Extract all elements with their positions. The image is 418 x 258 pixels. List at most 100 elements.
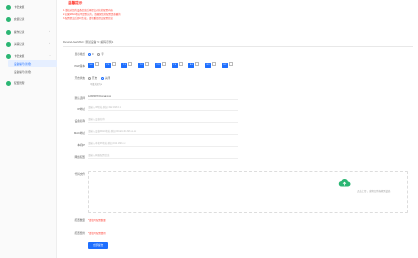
sidebar-item-1[interactable]: 卡密充值	[0, 3, 57, 11]
text-input[interactable]: 请输入设备MAC地址,例如:00-E0-4C-68-xx-xx	[88, 129, 238, 135]
tag-item[interactable]: 7.2	[138, 62, 150, 68]
sidebar-item-4[interactable]: 关联记录 ›	[0, 40, 57, 48]
tag-chip: 8.1	[205, 62, 212, 68]
status-radios: 开启 关闭	[88, 76, 110, 80]
form-row-field: 默认选择 12345678 Domainxxx	[57, 94, 418, 100]
tag-chip: 7.1	[121, 62, 128, 68]
checkbox[interactable]	[212, 62, 217, 66]
field-hint: 不填关闭为0	[90, 84, 103, 86]
field-label: 默认选择	[74, 96, 85, 100]
sidebar-item-label: 充值记录	[14, 18, 25, 22]
tag-chip: 7.2	[138, 62, 145, 68]
text-input[interactable]: 12345678 Domainxxx	[88, 94, 238, 100]
checkbox[interactable]	[111, 62, 116, 66]
radio-status-on[interactable]	[88, 76, 91, 80]
circle-icon	[6, 29, 11, 35]
tag-item[interactable]: 7.0	[104, 62, 116, 68]
sidebar-item-label: 关联记录	[14, 43, 25, 47]
radio-status-off[interactable]	[100, 76, 104, 80]
field-label: IP地址	[77, 107, 85, 111]
tag-item[interactable]: 8.1	[205, 62, 217, 68]
radio-format-0[interactable]	[88, 52, 91, 56]
form-row-status: 开启状态 开启 关闭 不填关闭为0	[57, 76, 418, 88]
sidebar-item-label: 配置管理	[14, 82, 25, 86]
form-row-tags: PHP版本 5.6 7.0 7.1 7.2 7.3 7.4 8.0 8.1 8.…	[57, 62, 418, 70]
submit-button[interactable]: 立即提交	[88, 242, 108, 249]
notice-title: 温馨提示	[68, 1, 83, 5]
circle-icon	[6, 41, 11, 47]
radio-label: 开启	[92, 77, 98, 80]
checkbox[interactable]	[228, 62, 233, 66]
sidebar-item-label: 操作记录	[14, 31, 25, 35]
circle-icon	[6, 80, 11, 86]
radio-label: 关闭	[104, 77, 111, 80]
notice-line: 3.配置提交后即可生效，请勿重复提交配置信息	[63, 17, 113, 20]
form-row-field: IP地址 请输入IP地址,例如:192.168.0.1	[57, 105, 418, 111]
tag-chip: 5.6	[88, 62, 94, 68]
sidebar-subitem-label: 设备编号(新增)	[14, 71, 32, 74]
field-label: 设备名称	[74, 119, 85, 123]
field-label: 显示格式	[74, 53, 85, 56]
text-input[interactable]: 请输入本机IP地址,例如:192.168.x.x	[88, 141, 238, 147]
field-label: 代码文件	[74, 173, 85, 176]
tag-chip: 8.0	[188, 62, 195, 68]
sidebar-subitem[interactable]: 设备编号(新增)	[8, 68, 57, 75]
field-label: 网络配置	[74, 155, 85, 159]
checkbox[interactable]	[95, 62, 99, 66]
sidebar-item-3[interactable]: 操作记录 ›	[0, 28, 57, 36]
cloud-upload-icon	[338, 179, 351, 187]
checkbox[interactable]	[128, 62, 133, 66]
tag-item[interactable]: 8.0	[188, 62, 200, 68]
chevron-right-icon: ›	[49, 42, 50, 45]
checkbox[interactable]	[178, 62, 183, 66]
tag-item[interactable]: 7.3	[154, 62, 166, 68]
field-label: MAC地址	[74, 131, 85, 135]
circle-icon	[6, 4, 11, 10]
tag-item[interactable]: 5.6	[88, 62, 99, 68]
tag-chip: 7.0	[104, 62, 111, 68]
radio-format-1[interactable]	[97, 52, 101, 56]
text-input[interactable]: 请输入网络配置信息	[88, 153, 238, 159]
tag-item[interactable]: 8.2	[221, 62, 233, 68]
radio-label: 字	[101, 53, 104, 56]
form-row-field: MAC地址 请输入设备MAC地址,例如:00-E0-4C-68-xx-xx	[57, 129, 418, 135]
divider	[63, 46, 413, 47]
breadcrumb: DeviceUserMAC: 测试设备 V: 编码示例1	[63, 40, 114, 44]
radio-label: 0	[92, 53, 94, 56]
upload-hint: 点击上传，或将文件拖拽到此处	[357, 190, 391, 193]
sidebar-item-label: 卡密充值	[14, 6, 25, 10]
form-row-field: 网络配置 请输入网络配置信息	[57, 153, 418, 159]
checkbox[interactable]	[161, 62, 166, 66]
tag-group: 5.6 7.0 7.1 7.2 7.3 7.4 8.0 8.1 8.2	[88, 62, 238, 68]
checkbox[interactable]	[145, 62, 150, 66]
form-row-format: 显示格式 0 字	[57, 52, 418, 58]
field-label: 配置费用	[74, 232, 85, 235]
sidebar-item-2[interactable]: 充值记录	[0, 15, 57, 23]
sidebar-item-label: 卡密充值	[14, 55, 25, 59]
tag-chip: 8.2	[221, 62, 228, 68]
chevron-right-icon: ›	[49, 30, 50, 33]
required-hint: *请填写配置费用	[88, 232, 106, 235]
format-radios: 0 字	[88, 52, 104, 56]
sidebar-item-6[interactable]: 配置管理	[0, 79, 57, 87]
circle-icon	[6, 53, 11, 59]
required-hint: *请填写配置数量	[88, 219, 106, 222]
sidebar-subitem-active[interactable]: 设备编号(新增)	[8, 60, 57, 67]
tag-item[interactable]: 7.1	[121, 62, 133, 68]
text-input[interactable]: 请输入IP地址,例如:192.168.0.1	[88, 105, 238, 111]
main-content: 温馨提示 1.请核对您的设备信息后再提交对应的配置内容 2.如果MAC地址不是默…	[57, 0, 418, 258]
checkbox[interactable]	[195, 62, 200, 66]
tag-item[interactable]: 7.4	[171, 62, 183, 68]
sidebar: 卡密充值 充值记录 操作记录 › 关联记录 › 卡密充值 ⌄ 设备编号(新增) …	[0, 0, 57, 258]
text-input[interactable]: 请输入设备名称	[88, 117, 238, 123]
field-label: 本机IP	[77, 143, 85, 147]
tag-chip: 7.4	[171, 62, 178, 68]
sidebar-subitem-label: 设备编号(新增)	[14, 63, 32, 66]
field-label: 配置数量	[74, 219, 85, 222]
form-row-field: 设备名称 请输入设备名称	[57, 117, 418, 123]
field-label: 开启状态	[74, 77, 85, 80]
sidebar-item-5[interactable]: 卡密充值 ⌄	[0, 52, 57, 60]
tag-chip: 7.3	[154, 62, 161, 68]
chevron-down-icon: ⌄	[49, 54, 52, 57]
circle-icon	[6, 16, 11, 22]
